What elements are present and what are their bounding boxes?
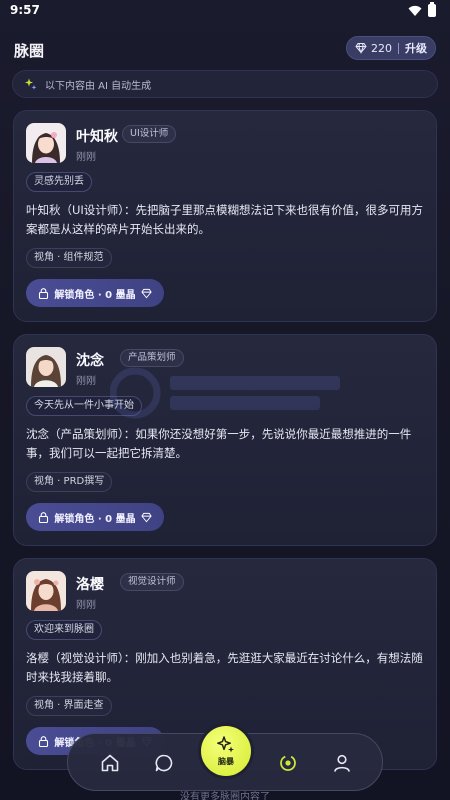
lock-icon	[39, 735, 49, 747]
topic-tag[interactable]: 欢迎来到脉圈	[26, 620, 102, 640]
status-icons	[408, 2, 436, 17]
character-name: 叶知秋	[76, 129, 118, 145]
bottom-nav: 脑暴	[67, 726, 383, 791]
post-time: 刚刚	[76, 600, 96, 611]
view-tag[interactable]: 视角 · 界面走查	[26, 696, 112, 716]
role-badge: 视觉设计师	[120, 573, 184, 591]
battery-icon	[428, 2, 436, 17]
points-count: 220	[371, 41, 392, 55]
post-time: 刚刚	[76, 376, 96, 387]
post-message: 洛樱（视觉设计师）：刚加入也别着急，先逛逛大家最近在讨论什么，有想法随时来找我接…	[26, 651, 423, 684]
post-message: 叶知秋（UI设计师）：先把脑子里那点模糊想法记下来也很有价值，很多可用方案都是从…	[26, 203, 424, 236]
pill-divider	[398, 42, 399, 54]
avatar[interactable]	[26, 123, 66, 163]
unlock-label: 解锁角色 · 0 墨晶	[54, 513, 136, 525]
nav-home[interactable]	[99, 752, 121, 774]
diamond-icon	[140, 512, 152, 522]
brainstorm-label: 脑暴	[218, 757, 234, 766]
orbit-icon	[280, 755, 296, 771]
nav-chat[interactable]	[153, 752, 175, 774]
points-upgrade-pill[interactable]: 220 升级	[346, 36, 436, 60]
avatar[interactable]	[26, 347, 66, 387]
home-icon	[101, 754, 119, 772]
sparkle-icon	[25, 78, 37, 90]
chat-icon	[155, 754, 173, 772]
lock-icon	[39, 287, 49, 299]
watermark-logo	[110, 367, 340, 419]
page-title: 脉圈	[14, 42, 45, 60]
unlock-character-button[interactable]: 解锁角色 · 0 墨晶	[26, 503, 164, 531]
ai-generated-banner: 以下内容由 AI 自动生成	[12, 70, 438, 98]
nav-orbit[interactable]	[277, 752, 299, 774]
character-name: 沈念	[76, 353, 104, 369]
status-bar: 9:57	[0, 0, 450, 22]
brainstorm-button[interactable]: 脑暴	[201, 726, 251, 776]
diamond-icon	[355, 43, 367, 54]
view-tag[interactable]: 视角 · PRD撰写	[26, 472, 113, 492]
status-time: 9:57	[10, 3, 40, 17]
lock-icon	[39, 511, 49, 523]
role-badge: UI设计师	[122, 125, 177, 143]
brainstorm-icon	[217, 736, 234, 753]
wifi-icon	[408, 5, 422, 16]
diamond-icon	[140, 288, 152, 298]
topic-tag[interactable]: 灵感先别丢	[26, 172, 92, 192]
header: 脉圈 220 升级	[0, 36, 450, 64]
unlock-character-button[interactable]: 解锁角色 · 0 墨晶	[26, 279, 164, 307]
view-tag[interactable]: 视角 · 组件规范	[26, 248, 112, 268]
avatar[interactable]	[26, 571, 66, 611]
nav-profile[interactable]	[331, 752, 353, 774]
profile-icon	[334, 754, 350, 772]
post-time: 刚刚	[76, 152, 96, 163]
character-name: 洛樱	[76, 577, 104, 593]
post-card[interactable]: 叶知秋 UI设计师 刚刚 灵感先别丢 叶知秋（UI设计师）：先把脑子里那点模糊想…	[13, 110, 437, 322]
unlock-label: 解锁角色 · 0 墨晶	[54, 289, 136, 301]
banner-text: 以下内容由 AI 自动生成	[45, 80, 152, 92]
upgrade-button[interactable]: 升级	[405, 40, 427, 56]
post-message: 沈念（产品策划师）：如果你还没想好第一步，先说说你最近最想推进的一件事，我们可以…	[26, 427, 412, 460]
